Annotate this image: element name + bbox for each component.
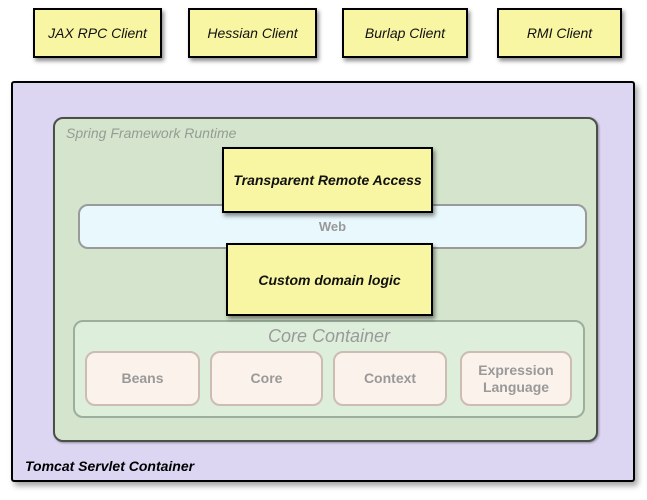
tomcat-servlet-container: Spring Framework Runtime Web Core Contai…: [11, 81, 635, 482]
module-box-beans: Beans: [85, 351, 200, 406]
module-label: Core: [251, 370, 283, 387]
module-label: Context: [364, 370, 416, 387]
custom-domain-logic-box: Custom domain logic: [226, 243, 433, 316]
spring-framework-runtime: Spring Framework Runtime Web Core Contai…: [53, 117, 598, 442]
tomcat-container-label: Tomcat Servlet Container: [25, 458, 194, 474]
client-label: Burlap Client: [365, 25, 445, 41]
web-layer-label: Web: [319, 219, 346, 234]
core-container: Core Container Beans Core Context Expres…: [73, 320, 585, 418]
domain-logic-label: Custom domain logic: [258, 272, 400, 288]
client-box-hessian: Hessian Client: [188, 8, 317, 58]
client-box-burlap: Burlap Client: [342, 8, 468, 58]
module-label: Expression Language: [468, 362, 564, 396]
client-label: RMI Client: [527, 25, 592, 41]
core-container-title: Core Container: [75, 326, 583, 347]
client-label: JAX RPC Client: [48, 25, 147, 41]
remote-access-label: Transparent Remote Access: [233, 172, 421, 188]
client-label: Hessian Client: [207, 25, 297, 41]
module-box-context: Context: [333, 351, 447, 406]
spring-runtime-label: Spring Framework Runtime: [66, 125, 236, 141]
module-label: Beans: [121, 370, 163, 387]
module-box-expression-language: Expression Language: [460, 351, 572, 406]
client-box-jax-rpc: JAX RPC Client: [33, 8, 162, 58]
module-box-core: Core: [210, 351, 323, 406]
client-box-rmi: RMI Client: [497, 8, 622, 58]
transparent-remote-access-box: Transparent Remote Access: [222, 147, 433, 213]
spring-architecture-diagram: JAX RPC Client Hessian Client Burlap Cli…: [0, 0, 647, 500]
